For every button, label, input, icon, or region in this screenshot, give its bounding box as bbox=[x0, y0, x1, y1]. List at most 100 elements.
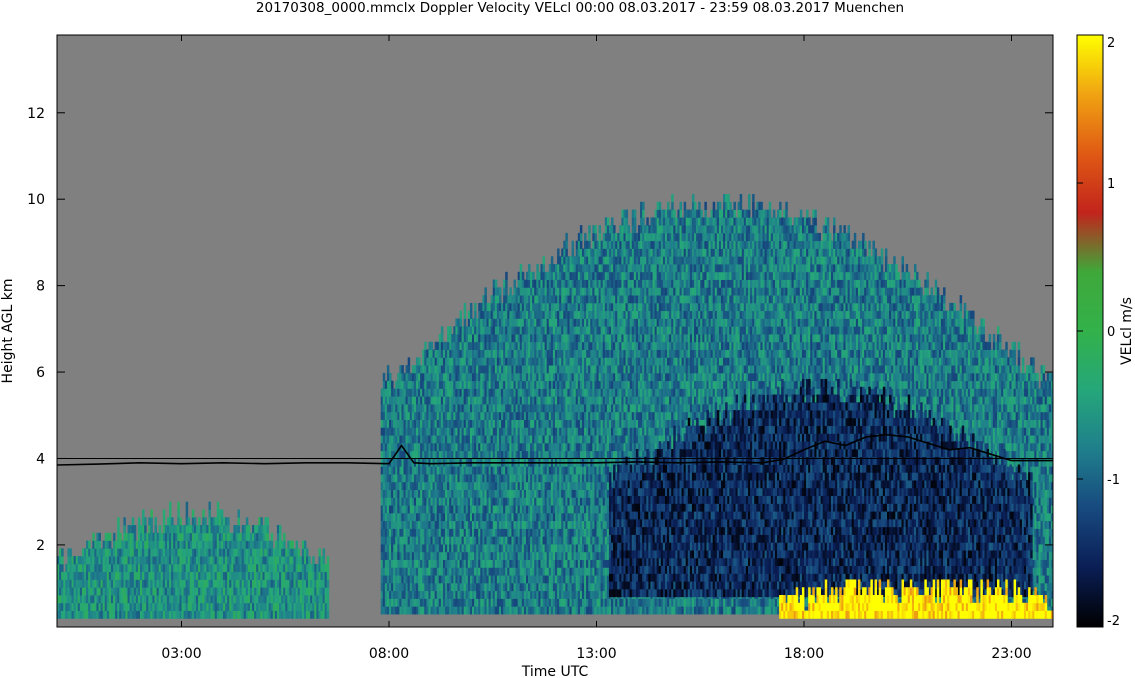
echo-cell bbox=[150, 509, 153, 518]
echo-cell bbox=[98, 532, 101, 541]
echo-cell bbox=[326, 587, 330, 596]
echo-cell bbox=[260, 517, 263, 526]
echo-cell bbox=[266, 525, 270, 534]
echo-cell bbox=[133, 532, 137, 541]
echo-cell bbox=[227, 517, 230, 526]
chart-title: 20170308_0000.mmclx Doppler Velocity VEL… bbox=[256, 0, 904, 16]
echo-cell bbox=[550, 256, 554, 265]
echo-cell bbox=[150, 525, 153, 534]
echo-cell bbox=[177, 509, 180, 518]
echo-cell bbox=[237, 525, 240, 534]
echo-cell bbox=[154, 517, 157, 526]
echo-cell bbox=[484, 287, 487, 296]
echo-cell bbox=[185, 501, 189, 510]
echo-cell bbox=[389, 372, 392, 382]
echo-cell bbox=[498, 287, 502, 296]
plot-area: 03:00 08:00 13:00 18:00 23:00 24681012 bbox=[27, 34, 1054, 662]
echo-cell bbox=[162, 517, 166, 526]
echo-cell bbox=[430, 341, 433, 350]
echo-cell bbox=[171, 517, 174, 526]
echo-cell bbox=[474, 302, 477, 312]
echo-cell bbox=[326, 610, 330, 619]
echo-cell bbox=[505, 279, 508, 288]
echo-cell bbox=[220, 509, 224, 518]
echo-cell bbox=[306, 548, 309, 557]
echo-cell bbox=[198, 517, 201, 526]
echo-cell bbox=[463, 318, 467, 327]
echo-cell bbox=[108, 540, 112, 549]
echo-cell bbox=[521, 271, 525, 280]
echo-cell bbox=[247, 525, 251, 534]
echo-cell bbox=[565, 232, 568, 242]
echo-cell bbox=[528, 264, 531, 273]
echo-cell bbox=[193, 517, 197, 526]
echo-cell bbox=[557, 248, 560, 257]
echo-cell bbox=[318, 548, 321, 557]
echo-cell bbox=[463, 302, 467, 312]
echo-cell bbox=[322, 556, 326, 565]
echo-cell bbox=[459, 318, 463, 327]
echo-cell bbox=[469, 302, 473, 312]
echo-cell bbox=[266, 532, 270, 541]
echo-cell bbox=[386, 365, 390, 374]
echo-cell bbox=[326, 579, 330, 588]
echo-cell bbox=[418, 357, 421, 366]
radar-chart: 20170308_0000.mmclx Doppler Velocity VEL… bbox=[0, 0, 1135, 678]
echo-cell bbox=[484, 295, 487, 304]
echo-cell bbox=[565, 248, 568, 257]
echo-cell bbox=[326, 563, 330, 573]
echo-cell bbox=[187, 517, 191, 526]
echo-cell bbox=[119, 532, 122, 541]
echo-cell bbox=[283, 532, 286, 541]
echo-cell bbox=[303, 540, 307, 549]
echo-cell bbox=[326, 571, 330, 580]
echo-cell bbox=[536, 264, 539, 273]
echo-cell bbox=[505, 271, 508, 280]
echo-cell bbox=[382, 372, 386, 382]
echo-cell bbox=[208, 501, 211, 510]
echo-cell bbox=[216, 501, 220, 510]
echo-cell bbox=[326, 602, 330, 611]
echo-cell bbox=[202, 509, 205, 518]
echo-cell bbox=[326, 595, 330, 604]
echo-cell bbox=[449, 326, 452, 335]
echo-cell bbox=[158, 525, 162, 534]
echo-cell bbox=[185, 509, 189, 518]
echo-cell bbox=[108, 532, 112, 541]
echo-cell bbox=[61, 563, 64, 573]
echo-cell bbox=[150, 517, 153, 526]
echo-cell bbox=[308, 556, 311, 565]
echo-cell bbox=[245, 517, 249, 526]
echo-cell bbox=[117, 525, 120, 534]
echo-cell bbox=[463, 310, 467, 319]
echo-cell bbox=[270, 540, 274, 549]
echo-cell bbox=[142, 509, 145, 518]
echo-cell bbox=[565, 240, 568, 249]
echo-cell bbox=[322, 548, 326, 557]
echo-cell bbox=[137, 517, 141, 526]
echo-cell bbox=[144, 525, 147, 534]
echo-cell bbox=[312, 556, 315, 565]
echo-cell bbox=[131, 517, 135, 526]
echo-cell bbox=[494, 279, 498, 288]
echo-cell bbox=[440, 334, 444, 343]
echo-cell bbox=[424, 341, 427, 350]
echo-cell bbox=[227, 525, 230, 534]
echo-cell bbox=[469, 310, 473, 319]
echo-cell bbox=[407, 357, 411, 366]
echo-cell bbox=[123, 525, 126, 534]
echo-cell bbox=[279, 525, 282, 534]
echo-cell bbox=[440, 326, 444, 335]
echo-cell bbox=[266, 517, 270, 526]
echo-cell bbox=[169, 501, 172, 510]
echo-cell bbox=[532, 271, 535, 280]
echo-cell bbox=[191, 509, 195, 518]
echo-cell bbox=[61, 556, 64, 565]
echo-cell bbox=[474, 310, 477, 319]
echo-cell bbox=[401, 365, 404, 374]
echo-cell bbox=[295, 540, 299, 549]
echo-cell bbox=[88, 540, 91, 549]
echo-cell bbox=[542, 264, 546, 273]
echo-cell bbox=[391, 380, 394, 389]
echo-cell bbox=[133, 525, 137, 534]
